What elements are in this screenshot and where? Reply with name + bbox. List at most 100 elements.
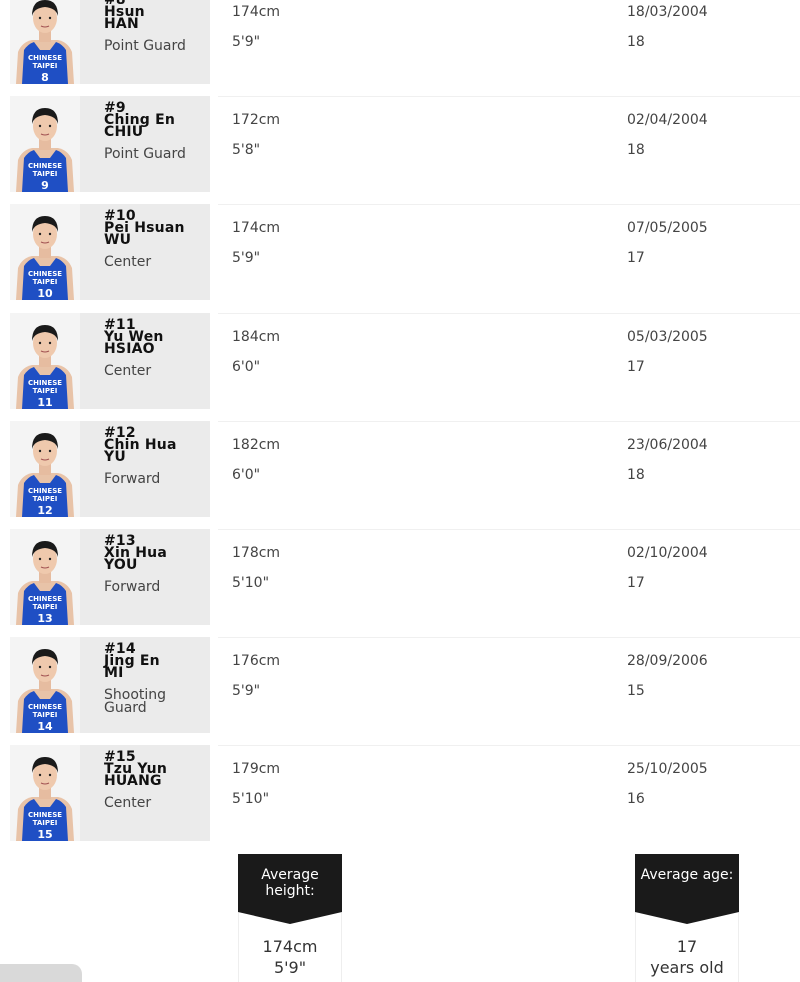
scroll-to-top-tab[interactable] (0, 964, 82, 982)
jersey-number: 9 (41, 179, 49, 192)
player-photo: CHINESE TAIPEI 15 (10, 745, 80, 841)
jersey-text-bottom: TAIPEI (33, 170, 58, 178)
player-photo: CHINESE TAIPEI 11 (10, 313, 80, 409)
player-height-cm: 172cm (232, 112, 281, 128)
player-row: CHINESE TAIPEI 14 #14 Jing En MI Shootin… (0, 637, 800, 737)
player-date-of-birth: 18/03/2004 (627, 4, 708, 20)
player-height-cm: 174cm (232, 4, 281, 20)
average-height-label-text: Average height: (261, 867, 319, 899)
player-position: Center (104, 363, 152, 379)
player-position: Center (104, 795, 152, 811)
player-id-box: #9 Ching En CHIU Point Guard (80, 96, 210, 192)
jersey-text-bottom: TAIPEI (33, 495, 58, 503)
player-height-ft: 5'8" (232, 142, 261, 158)
player-height-ft: 5'9" (232, 250, 261, 266)
player-age: 15 (627, 683, 645, 699)
player-row: CHINESE TAIPEI 12 #12 Chin Hua YU Forwar… (0, 421, 800, 521)
player-row: CHINESE TAIPEI 9 #9 Ching En CHIU Point … (0, 96, 800, 196)
player-height-ft: 6'0" (232, 359, 261, 375)
player-position: Point Guard (104, 38, 186, 54)
average-age-card: Average age: 17 years old (635, 854, 739, 982)
jersey-text-bottom: TAIPEI (33, 278, 58, 286)
jersey-text-top: CHINESE (28, 54, 62, 62)
player-id-box: #10 Pei Hsuan WU Center (80, 204, 210, 300)
player-id-box: #12 Chin Hua YU Forward (80, 421, 210, 517)
jersey-text-top: CHINESE (28, 703, 62, 711)
player-last-name: HAN (104, 16, 139, 32)
player-age: 17 (627, 250, 645, 266)
player-row: CHINESE TAIPEI 10 #10 Pei Hsuan WU Cente… (0, 204, 800, 304)
player-id-box: #13 Xin Hua YOU Forward (80, 529, 210, 625)
player-height-cm: 184cm (232, 329, 281, 345)
jersey-text-bottom: TAIPEI (33, 62, 58, 70)
jersey-text-bottom: TAIPEI (33, 387, 58, 395)
player-height-cm: 179cm (232, 761, 281, 777)
player-row: CHINESE TAIPEI 11 #11 Yu Wen HSIAO Cente… (0, 313, 800, 413)
jersey-number: 14 (37, 720, 53, 733)
player-stats: 174cm 5'9" 18/03/2004 18 (218, 0, 800, 84)
player-age: 18 (627, 142, 645, 158)
jersey-number: 13 (37, 612, 52, 625)
average-age-unit: years old (650, 958, 724, 977)
player-position: Center (104, 254, 152, 270)
average-age-label-text: Average age: (640, 867, 734, 883)
player-photo: CHINESE TAIPEI 9 (10, 96, 80, 192)
player-row: CHINESE TAIPEI 15 #15 Tzu Yun HUANG Cent… (0, 745, 800, 845)
jersey-text-top: CHINESE (28, 270, 62, 278)
player-height-ft: 5'9" (232, 683, 261, 699)
player-date-of-birth: 28/09/2006 (627, 653, 708, 669)
player-height-ft: 5'10" (232, 791, 270, 807)
player-age: 16 (627, 791, 645, 807)
player-photo: CHINESE TAIPEI 8 (10, 0, 80, 84)
player-position: Forward (104, 579, 161, 595)
jersey-number: 15 (37, 828, 52, 841)
player-stats: 184cm 6'0" 05/03/2005 17 (218, 313, 800, 409)
player-date-of-birth: 07/05/2005 (627, 220, 708, 236)
player-age: 17 (627, 575, 645, 591)
jersey-number: 11 (37, 396, 52, 409)
player-photo: CHINESE TAIPEI 14 (10, 637, 80, 733)
player-age: 18 (627, 467, 645, 483)
player-row: CHINESE TAIPEI 8 #8 Hsun HAN Point Guard… (0, 0, 800, 88)
player-photo: CHINESE TAIPEI 12 (10, 421, 80, 517)
jersey-number: 8 (41, 71, 49, 84)
player-id-box: #14 Jing En MI Shooting Guard (80, 637, 210, 733)
player-id-box: #11 Yu Wen HSIAO Center (80, 313, 210, 409)
average-height-card: Average height: 174cm 5'9" (238, 854, 342, 982)
average-height-label: Average height: (238, 854, 342, 924)
player-height-cm: 174cm (232, 220, 281, 236)
player-date-of-birth: 23/06/2004 (627, 437, 708, 453)
average-age-value: 17 (676, 937, 698, 956)
player-stats: 178cm 5'10" 02/10/2004 17 (218, 529, 800, 625)
jersey-text-top: CHINESE (28, 162, 62, 170)
player-date-of-birth: 02/04/2004 (627, 112, 708, 128)
jersey-number: 10 (37, 287, 53, 300)
player-date-of-birth: 05/03/2005 (627, 329, 708, 345)
player-id-box: #8 Hsun HAN Point Guard (80, 0, 210, 84)
player-id-box: #15 Tzu Yun HUANG Center (80, 745, 210, 841)
player-stats: 172cm 5'8" 02/04/2004 18 (218, 96, 800, 192)
average-height-ft: 5'9" (273, 958, 307, 977)
player-stats: 176cm 5'9" 28/09/2006 15 (218, 637, 800, 733)
player-position: Forward (104, 471, 161, 487)
player-stats: 182cm 6'0" 23/06/2004 18 (218, 421, 800, 517)
player-height-cm: 178cm (232, 545, 281, 561)
player-height-cm: 182cm (232, 437, 281, 453)
player-age: 17 (627, 359, 645, 375)
jersey-text-bottom: TAIPEI (33, 603, 58, 611)
player-height-ft: 6'0" (232, 467, 261, 483)
player-position: Point Guard (104, 146, 186, 162)
player-date-of-birth: 25/10/2005 (627, 761, 708, 777)
jersey-text-bottom: TAIPEI (33, 711, 58, 719)
player-height-cm: 176cm (232, 653, 281, 669)
player-position: Shooting Guard (104, 687, 167, 716)
player-date-of-birth: 02/10/2004 (627, 545, 708, 561)
jersey-number: 12 (37, 504, 52, 517)
average-age-label: Average age: (635, 854, 739, 924)
average-height-cm: 174cm (262, 937, 318, 956)
player-row: CHINESE TAIPEI 13 #13 Xin Hua YOU Forwar… (0, 529, 800, 629)
player-photo: CHINESE TAIPEI 13 (10, 529, 80, 625)
player-height-ft: 5'9" (232, 34, 261, 50)
player-height-ft: 5'10" (232, 575, 270, 591)
player-stats: 174cm 5'9" 07/05/2005 17 (218, 204, 800, 300)
